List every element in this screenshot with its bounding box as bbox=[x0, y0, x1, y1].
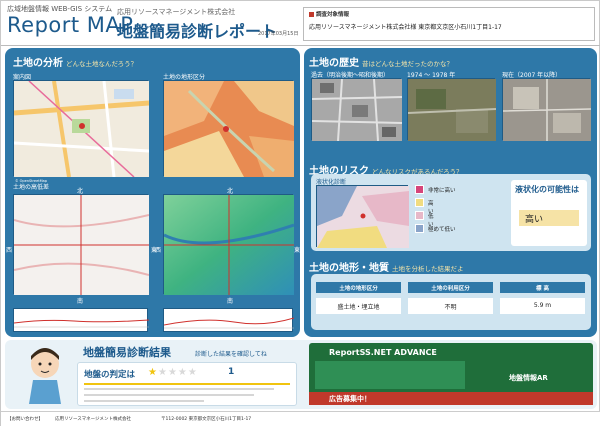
rating-stars: ★★★★★ bbox=[148, 367, 198, 378]
guide-map-graphic bbox=[13, 80, 150, 178]
profile-chart-a bbox=[13, 308, 150, 332]
north-label-b: 北 bbox=[227, 188, 234, 195]
character-illustration bbox=[29, 348, 61, 404]
footer-contact: 【お問い合わせ】 bbox=[7, 417, 43, 422]
elevation-map-b-graphic bbox=[163, 195, 295, 295]
ad-title: ReportSS.NET ADVANCE bbox=[329, 348, 437, 357]
elevation-map-b[interactable] bbox=[163, 194, 295, 295]
result-subtitle: 診断した結果を確認してね bbox=[195, 351, 267, 358]
report-page: 広域地盤情報 WEB-GIS システム Report MAP 応用リソースマネー… bbox=[0, 0, 600, 426]
result-title: 地盤簡易診断結果 bbox=[83, 346, 171, 359]
star-icon: ★ bbox=[148, 367, 157, 378]
south-label-b: 南 bbox=[227, 298, 234, 305]
possibility-box: 液状化の可能性は 高い bbox=[511, 180, 587, 246]
history-risk-panel: 土地の歴史 昔はどんな土地だったのかな？ 過去（明治後期〜昭和後期） 1974 〜… bbox=[304, 48, 597, 337]
star-icon: ★ bbox=[187, 367, 197, 378]
footer-company: 応用リソースマネージメント株式会社 bbox=[55, 417, 132, 422]
liquefaction-box: 液状化診断 非常に高い 高い 低い 極めて低い 液状化の可能性は 高い bbox=[311, 174, 591, 251]
survey-label-text: 調査対象情報 bbox=[316, 12, 350, 18]
report-title: 地盤簡易診断レポート bbox=[117, 22, 278, 41]
result-section: 地盤簡易診断結果 診断した結果を確認してね 地盤の判定は ★★★★★ 1 Rep… bbox=[5, 340, 597, 409]
bullet-icon bbox=[309, 12, 314, 17]
star-icon: ★ bbox=[177, 367, 187, 378]
legend-swatch bbox=[415, 198, 424, 207]
rating-underline bbox=[84, 383, 290, 385]
possibility-value: 高い bbox=[519, 210, 579, 226]
rating-text-line bbox=[84, 394, 254, 396]
east-label-b: 東 bbox=[294, 247, 301, 254]
report-date: 2017年03月15日 bbox=[258, 31, 299, 37]
liquefaction-map-graphic bbox=[317, 186, 409, 248]
photo-current-graphic bbox=[502, 79, 592, 141]
survey-value: 応用リソースマネージメント株式会社様 東京都文京区小石川1丁目1-17 bbox=[309, 24, 502, 31]
photo-1970s-graphic bbox=[407, 79, 497, 141]
photo-1970s[interactable] bbox=[407, 78, 497, 141]
photo-old[interactable] bbox=[311, 78, 403, 142]
logo-title: Report MAP bbox=[7, 13, 134, 37]
south-label-a: 南 bbox=[77, 298, 84, 305]
header-divider bbox=[1, 45, 600, 46]
west-label-a: 西 bbox=[6, 247, 13, 254]
elevation-map-a[interactable] bbox=[13, 194, 150, 295]
liquefaction-map[interactable] bbox=[316, 185, 409, 248]
rating-text-line bbox=[84, 400, 204, 402]
footer-address: 〒112-0002 東京都文京区小石川1丁目1-17 bbox=[161, 417, 252, 422]
survey-info-box: 調査対象情報 応用リソースマネージメント株式会社様 東京都文京区小石川1丁目1-… bbox=[303, 7, 595, 41]
terrain-heading-sub: 土地を分析した結果だよ bbox=[392, 265, 464, 273]
profile-chart-a-graphic bbox=[13, 319, 150, 328]
north-label-a: 北 bbox=[77, 188, 84, 195]
photo-old-graphic bbox=[311, 78, 403, 142]
footer: 【お問い合わせ】 応用リソースマネージメント株式会社 〒112-0002 東京都… bbox=[1, 411, 600, 426]
history-heading: 土地の歴史 昔はどんな土地だったのかな？ bbox=[309, 54, 453, 69]
star-icon: ★ bbox=[167, 367, 177, 378]
history-heading-text: 土地の歴史 bbox=[309, 58, 359, 69]
rating-label: 地盤の判定は bbox=[84, 370, 136, 380]
ad-ar-label: 地盤情報AR bbox=[509, 374, 548, 382]
profile-chart-b-graphic bbox=[163, 317, 295, 329]
history-heading-sub: 昔はどんな土地だったのかな？ bbox=[362, 60, 453, 68]
terrain-header-landform: 土地の地形区分 bbox=[316, 282, 401, 293]
star-icon: ★ bbox=[157, 367, 167, 378]
rating-box: 地盤の判定は ★★★★★ 1 bbox=[77, 362, 297, 406]
terrain-heading-text: 土地の地形・地質 bbox=[309, 263, 389, 274]
elevation-map-a-graphic bbox=[13, 195, 150, 295]
legend-label: 極めて低い bbox=[428, 227, 456, 233]
rating-text-line bbox=[84, 388, 274, 390]
legend-label: 非常に高い bbox=[428, 188, 456, 194]
terrain-value-elevation: 5.9 m bbox=[500, 298, 585, 314]
legend-swatch bbox=[415, 211, 424, 220]
possibility-label: 液状化の可能性は bbox=[515, 185, 579, 194]
terrain-heading: 土地の地形・地質 土地を分析した結果だよ bbox=[309, 259, 464, 274]
profile-chart-b bbox=[163, 308, 295, 332]
landform-map-graphic bbox=[164, 81, 294, 177]
company-name: 応用リソースマネージメント株式会社 bbox=[117, 8, 236, 16]
ad-banner[interactable]: ReportSS.NET ADVANCE 地盤情報AR 広告募集中！ bbox=[309, 343, 593, 405]
terrain-header-elevation: 標 高 bbox=[500, 282, 585, 293]
ad-image bbox=[315, 361, 465, 389]
heading-sub: どんな土地なんだろう？ bbox=[66, 60, 138, 68]
survey-label: 調査対象情報 bbox=[309, 10, 349, 18]
terrain-header-landuse: 土地の利用区分 bbox=[408, 282, 493, 293]
west-label-b: 西 bbox=[155, 247, 162, 254]
rating-number: 1 bbox=[228, 367, 235, 377]
land-analysis-panel: 土地の分析 どんな土地なんだろう？ 案内図 © OpenStreetMap 土地の… bbox=[5, 48, 300, 337]
terrain-table: 土地の地形区分 土地の利用区分 標 高 盛土地・埋立地 不明 5.9 m bbox=[311, 274, 591, 330]
landform-map[interactable] bbox=[163, 80, 294, 177]
land-analysis-heading: 土地の分析 どんな土地なんだろう？ bbox=[13, 54, 137, 69]
legend-swatch bbox=[415, 224, 424, 233]
terrain-value-landuse: 不明 bbox=[408, 298, 493, 314]
terrain-value-landform: 盛土地・埋立地 bbox=[316, 298, 401, 314]
elevation-title: 土地の高低差 bbox=[13, 184, 50, 191]
photo-current[interactable] bbox=[502, 78, 592, 141]
heading-text: 土地の分析 bbox=[13, 58, 63, 69]
ad-bar-text: 広告募集中！ bbox=[329, 395, 371, 403]
legend-swatch bbox=[415, 185, 424, 194]
guide-map[interactable] bbox=[13, 80, 150, 178]
